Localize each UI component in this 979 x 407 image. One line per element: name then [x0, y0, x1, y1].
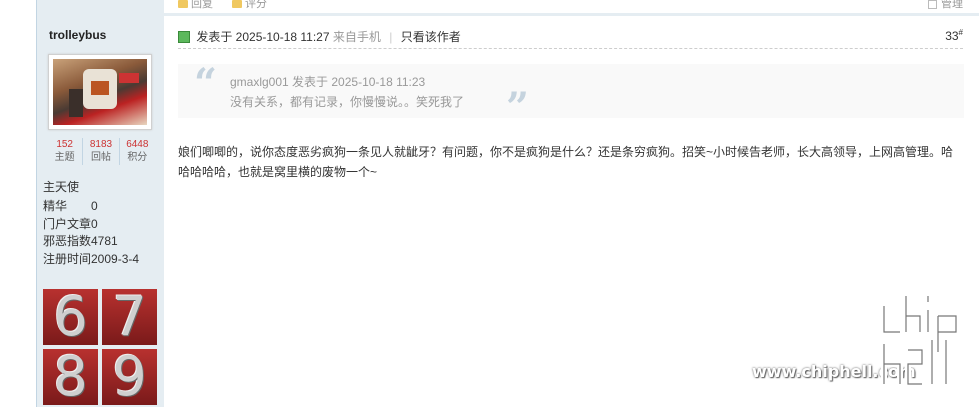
quote-block: “ gmaxlg001 发表于 2025-10-18 11:23 没有关系，都有…	[178, 60, 964, 128]
online-status-icon	[178, 30, 190, 43]
info-key: 精华	[43, 199, 68, 213]
quote-author[interactable]: gmaxlg001 发表于 2025-10-18 11:23	[230, 73, 425, 90]
stat-replies-label: 回帖	[90, 152, 111, 163]
page-margin	[0, 0, 36, 407]
chiphell-logo-icon: chiphell	[881, 293, 959, 387]
medal-badge[interactable]: 8	[43, 349, 98, 405]
author-rank[interactable]: 主天使	[43, 178, 79, 195]
close-quote-icon: ”	[506, 84, 530, 131]
info-key: 注册时间	[43, 251, 92, 266]
only-author-link[interactable]: 只看该作者	[401, 30, 461, 44]
author-sidebar: trolleybus 152 主题 8183 回帖 6448 积分 主天使 精华…	[36, 0, 164, 407]
medal-digit: 9	[112, 349, 147, 405]
info-row-digest: 精华 0	[43, 198, 139, 216]
manage-checkbox[interactable]	[928, 0, 937, 9]
post-source: 来自手机	[332, 30, 381, 44]
reply-action[interactable]: 回复	[178, 0, 213, 11]
post-header: 发表于 2025-10-18 11:27 来自手机 | 只看该作者 33#	[178, 28, 963, 46]
author-stats: 152 主题 8183 回帖 6448 积分	[47, 138, 155, 165]
manage-action[interactable]: 管理	[928, 0, 963, 11]
post-message: 娘们唧唧的，说你态度恶劣疯狗一条见人就龇牙？有问题，你不是疯狗是什么？还是条穷疯…	[178, 145, 954, 179]
stat-threads-label: 主题	[54, 152, 75, 163]
floor-sup: #	[958, 28, 963, 37]
stat-replies-value[interactable]: 8183	[83, 138, 118, 151]
post-timestamp: 发表于 2025-10-18 11:27	[196, 30, 330, 44]
author-username[interactable]: trolleybus	[49, 28, 106, 42]
stat-points-value[interactable]: 6448	[120, 138, 155, 151]
medal-digit: 7	[112, 289, 147, 345]
reply-icon	[178, 0, 188, 9]
medal-grid: 6 7 8 9	[43, 289, 157, 407]
manage-label: 管理	[941, 0, 963, 10]
quote-text: 没有关系，都有记录，你慢慢说。。笑死我了	[230, 95, 465, 109]
reply-label: 回复	[191, 0, 213, 10]
floor-number[interactable]: 33#	[945, 28, 963, 43]
avatar[interactable]	[53, 59, 147, 125]
stat-threads-value[interactable]: 152	[47, 138, 82, 151]
post-main: 回复 评分 管理 发表于 2025-10-18 11:27 来自手机 | 只看该…	[164, 0, 979, 407]
medal-badge[interactable]: 9	[102, 349, 157, 405]
info-key: 邪恶指数	[43, 234, 92, 248]
author-info: 精华 0 门户文章 0 邪恶指数 4781 注册时间 2009-3-4	[43, 198, 139, 268]
stat-points-label: 积分	[127, 152, 148, 163]
info-key: 门户文章	[43, 216, 92, 231]
previous-post-actions: 回复 评分 管理	[164, 0, 979, 16]
info-row-articles: 门户文章 0	[43, 216, 139, 234]
medal-digit: 6	[53, 289, 88, 345]
medal-digit: 8	[53, 349, 88, 405]
info-value: 0	[91, 216, 98, 231]
rate-action[interactable]: 评分	[232, 0, 267, 11]
info-value: 2009-3-4	[91, 251, 140, 266]
info-value: 4781	[91, 234, 118, 248]
medal-badge[interactable]: 6	[43, 289, 98, 345]
info-row-register-date: 注册时间 2009-3-4	[43, 251, 139, 269]
rate-icon	[232, 0, 242, 9]
info-row-evil-index: 邪恶指数 4781	[43, 233, 139, 251]
info-value: 0	[91, 199, 98, 213]
open-quote-icon: “	[194, 60, 218, 107]
floor-value: 33	[945, 29, 959, 43]
stat-points[interactable]: 6448 积分	[120, 138, 155, 165]
avatar-frame[interactable]	[48, 54, 152, 130]
stat-threads[interactable]: 152 主题	[47, 138, 84, 165]
medal-badge[interactable]: 7	[102, 289, 157, 345]
stat-replies[interactable]: 8183 回帖	[83, 138, 120, 165]
rate-label: 评分	[245, 0, 267, 10]
header-divider: |	[389, 30, 393, 44]
header-separator	[178, 48, 963, 49]
